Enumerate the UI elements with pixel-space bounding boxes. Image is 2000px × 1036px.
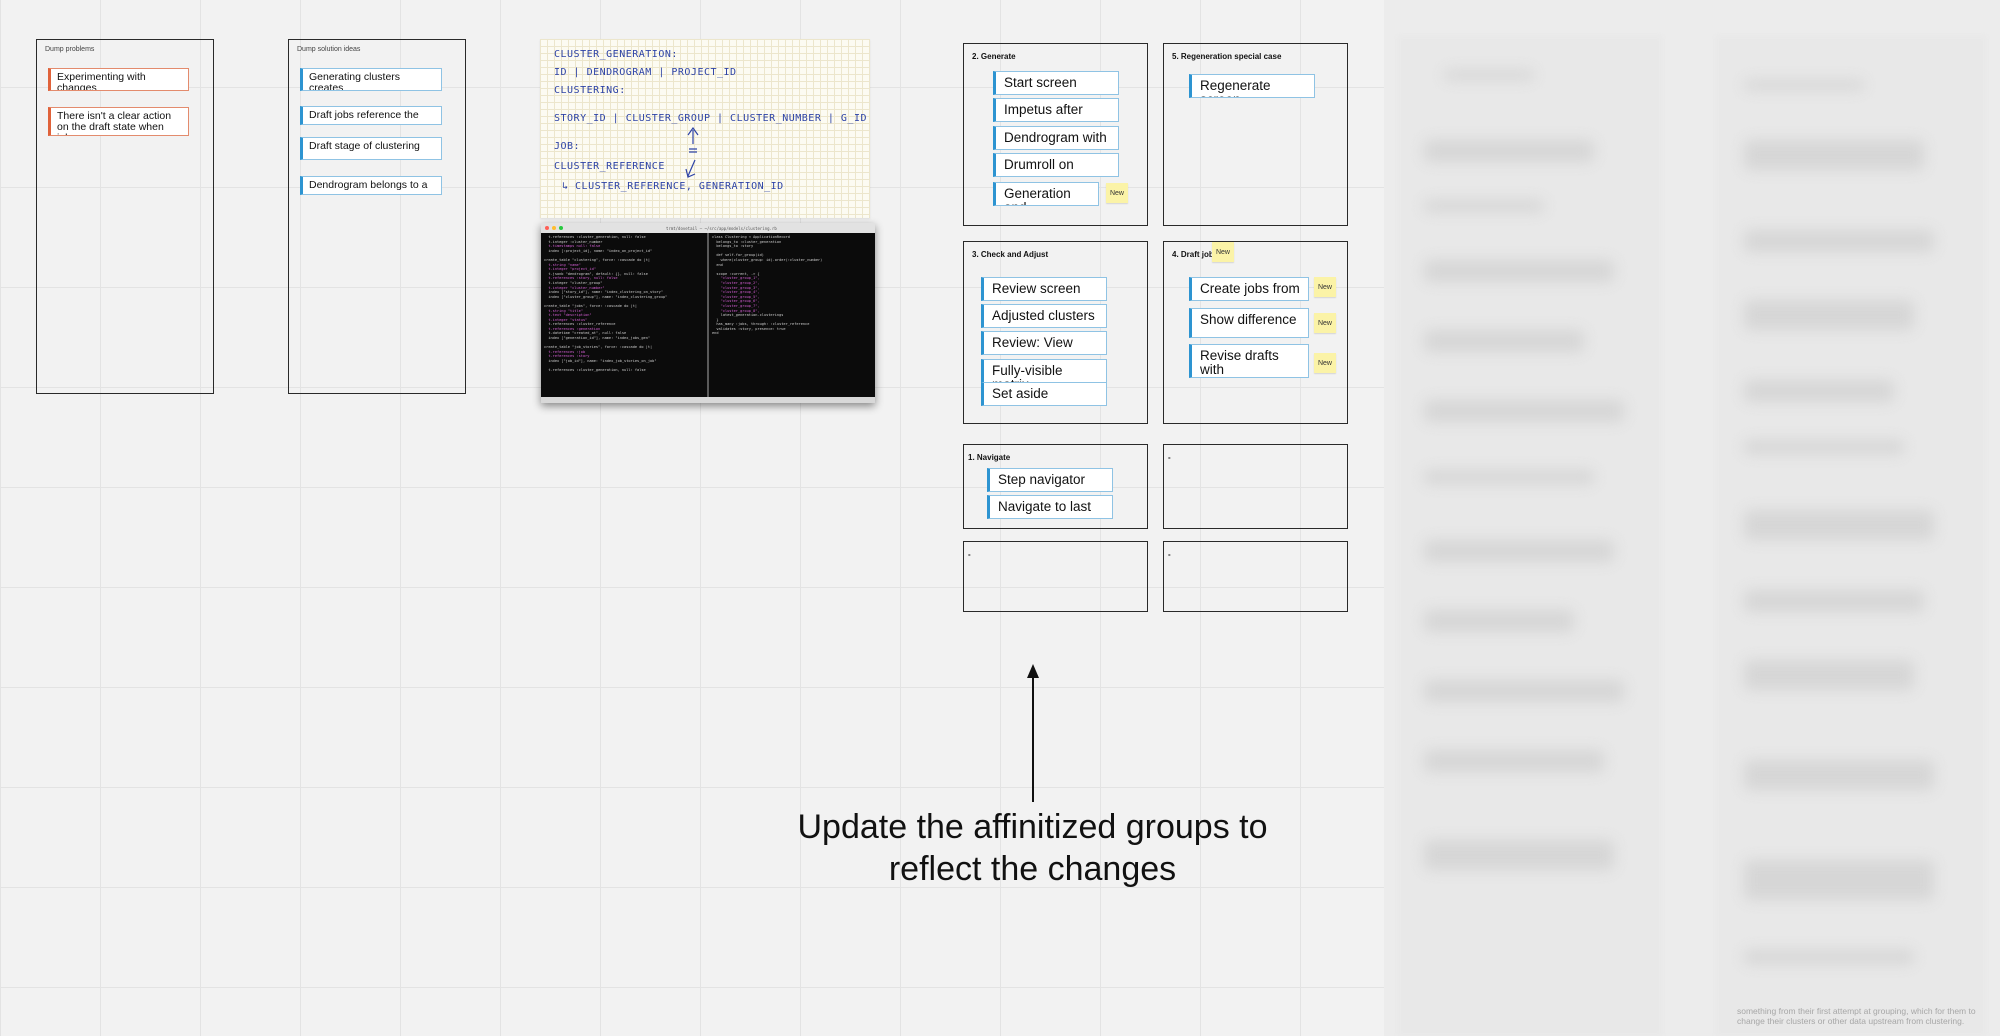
new-sticky-note[interactable]: New [1314, 353, 1336, 373]
generate-card[interactable]: Impetus after [993, 98, 1119, 122]
generate-card[interactable]: Dendrogram with [993, 126, 1119, 150]
group-empty-frame[interactable]: - [963, 541, 1148, 612]
terminal-left-pane: t.references :cluster_generation, null: … [544, 235, 668, 373]
check-adjust-card[interactable]: Review: View [981, 331, 1107, 355]
solution-card[interactable]: Dendrogram belongs to a [300, 176, 442, 195]
close-dot-icon [545, 226, 549, 230]
sketch-arrows-icon [685, 126, 699, 178]
check-adjust-card[interactable]: Review screen [981, 277, 1107, 301]
navigate-card[interactable]: Navigate to last [987, 495, 1113, 519]
frame-title: - [1168, 453, 1171, 462]
frame-title: - [1168, 550, 1171, 559]
arrow-connector[interactable] [1032, 674, 1034, 802]
terminal-status-bar [541, 397, 875, 403]
check-adjust-card[interactable]: Set aside [981, 382, 1107, 406]
callout-line: Update the affinitized groups to [797, 808, 1268, 846]
frame-title: 1. Navigate [968, 453, 1011, 462]
terminal-title: trmt/dovetail — ~/src/app/models/cluster… [666, 225, 777, 231]
blurred-note-text: something from their first attempt at gr… [1737, 1006, 1976, 1026]
new-sticky-note[interactable]: New [1314, 313, 1336, 333]
generate-card[interactable]: Drumroll on [993, 153, 1119, 177]
callout-text[interactable]: Update the affinitized groups to reflect… [760, 806, 1305, 890]
group-empty-frame[interactable]: - [1163, 541, 1348, 612]
terminal-titlebar: trmt/dovetail — ~/src/app/models/cluster… [541, 223, 875, 233]
generate-card[interactable]: Generation and [993, 182, 1099, 206]
schema-sketch-image[interactable]: CLUSTER_GENERATION: ID | DENDROGRAM | PR… [540, 39, 870, 218]
frame-title: 5. Regeneration special case [1172, 52, 1282, 61]
new-sticky-note[interactable]: New [1106, 183, 1128, 203]
frame-title: 3. Check and Adjust [972, 250, 1049, 259]
minimize-dot-icon [552, 226, 556, 230]
frame-title: 2. Generate [972, 52, 1016, 61]
navigate-card[interactable]: Step navigator [987, 468, 1113, 492]
problem-card[interactable]: Experimenting with changes [48, 68, 189, 91]
solution-card[interactable]: Draft stage of clustering [300, 137, 442, 160]
check-adjust-card[interactable]: Fully-visible matrix [981, 359, 1107, 383]
terminal-right-pane: class Clustering < ApplicationRecord bel… [712, 235, 823, 336]
generate-card[interactable]: Start screen [993, 71, 1119, 95]
solution-card[interactable]: Draft jobs reference the [300, 106, 442, 125]
dump-problems-frame[interactable]: Dump problems [36, 39, 214, 394]
frame-title: Dump problems [45, 46, 95, 53]
new-sticky-note[interactable]: New [1314, 277, 1336, 297]
dump-solutions-frame[interactable]: Dump solution ideas [288, 39, 466, 394]
frame-title: Dump solution ideas [297, 46, 361, 53]
regeneration-card[interactable]: Regenerate screen [1189, 74, 1315, 98]
problem-card[interactable]: There isn't a clear action on the draft … [48, 107, 189, 136]
draft-jobs-card[interactable]: Show difference [1189, 308, 1309, 338]
callout-line: reflect the changes [888, 850, 1177, 888]
group-empty-frame[interactable]: - [1163, 444, 1348, 529]
solution-card[interactable]: Generating clusters creates [300, 68, 442, 91]
new-sticky-note[interactable]: New [1212, 242, 1234, 262]
draft-jobs-card[interactable]: Revise drafts with [1189, 344, 1309, 378]
frame-title: - [968, 550, 971, 559]
maximize-dot-icon [559, 226, 563, 230]
check-adjust-card[interactable]: Adjusted clusters [981, 304, 1107, 328]
blurred-panel [1384, 0, 2000, 1036]
terminal-screenshot[interactable]: trmt/dovetail — ~/src/app/models/cluster… [541, 223, 875, 403]
draft-jobs-card[interactable]: Create jobs from [1189, 277, 1309, 301]
group-regeneration-frame[interactable]: 5. Regeneration special case [1163, 43, 1348, 226]
